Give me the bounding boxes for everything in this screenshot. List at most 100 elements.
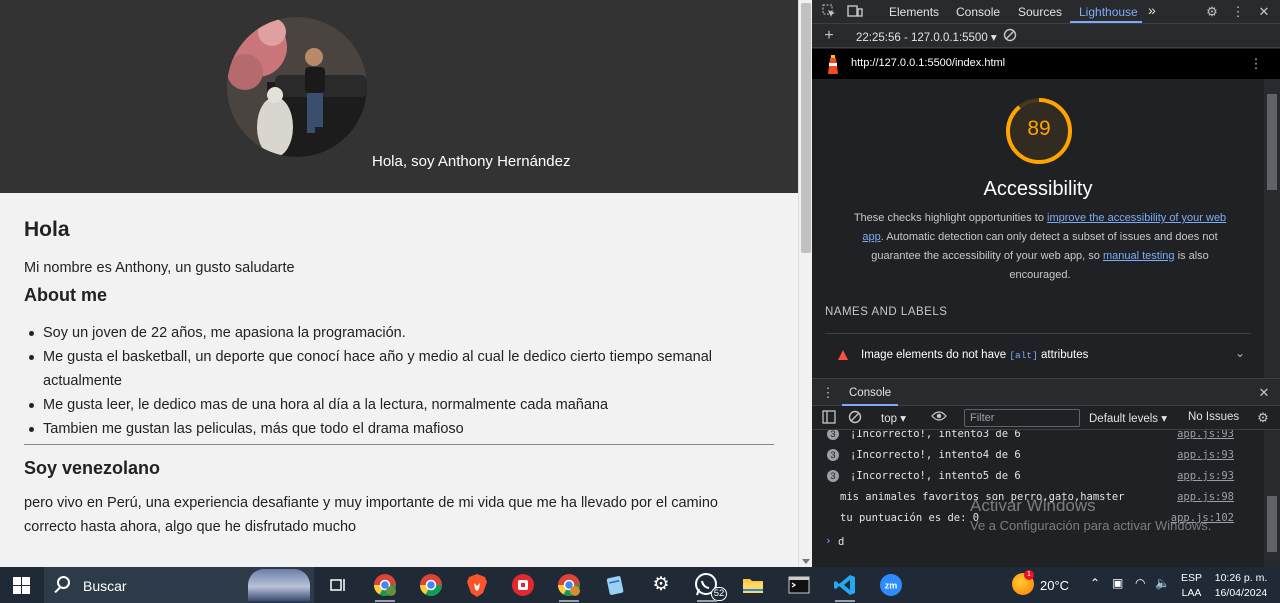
weather-icon[interactable]: 1 (1012, 570, 1034, 595)
temperature[interactable]: 20°C (1040, 578, 1069, 593)
close-devtools-icon[interactable]: ✕ (1256, 4, 1272, 20)
source-link[interactable]: app.js:93 (1177, 430, 1234, 440)
clear-console-icon[interactable] (847, 410, 863, 426)
about-heading: About me (24, 285, 107, 305)
report-menu-icon[interactable]: ⋮ (1248, 56, 1264, 72)
drawer-menu-icon[interactable]: ⋮ (820, 385, 836, 401)
meet-now-icon[interactable]: ▣ (1112, 576, 1123, 590)
report-session-select[interactable]: 22:25:56 - 127.0.0.1:5500 ▾ (856, 30, 997, 44)
console-scrollbar-thumb[interactable] (1267, 496, 1277, 552)
source-link[interactable]: app.js:102 (1171, 512, 1234, 524)
console-filter-input[interactable] (964, 409, 1080, 427)
tab-console[interactable]: Console (956, 5, 1000, 19)
eye-icon[interactable] (931, 410, 947, 426)
more-tabs-icon[interactable]: » (1148, 2, 1156, 18)
repeat-count-badge: 3 (827, 430, 839, 440)
whatsapp-icon[interactable]: 52 (693, 571, 727, 602)
repeat-count-badge: 3 (827, 470, 839, 482)
horizontal-rule (24, 444, 774, 445)
brave-browser-icon[interactable] (463, 571, 491, 599)
report-url[interactable]: http://127.0.0.1:5500/index.html (851, 57, 1005, 69)
clear-reports-icon[interactable] (1002, 28, 1018, 44)
console-scrollbar[interactable] (1264, 430, 1280, 567)
clock-time: 10:26 p. m. (1214, 572, 1268, 584)
console-message-text: tu puntuación es de: 0 (840, 512, 980, 524)
device-toolbar-icon[interactable] (847, 4, 863, 20)
page-scrollbar-thumb[interactable] (801, 3, 811, 253)
console-message-text: ¡Incorrecto!, intento5 de 6 (850, 470, 1021, 482)
context-select[interactable]: top ▾ (881, 411, 906, 425)
console-toolbar: top ▾ Default levels ▾ No Issues ⚙ (812, 406, 1280, 430)
settings-gear-app-icon[interactable]: ⚙ (647, 571, 675, 599)
accessibility-score: 89 (1027, 117, 1051, 140)
tab-lighthouse[interactable]: Lighthouse (1079, 5, 1138, 19)
repeat-count-badge: 3 (827, 449, 839, 461)
webpage-viewport: Hola, soy Anthony Hernández Hola Mi nomb… (0, 0, 798, 567)
audit-title-text: Image elements do not have (861, 349, 1010, 361)
context-value: top (881, 413, 897, 425)
settings-gear-icon[interactable]: ⚙ (1204, 4, 1220, 20)
source-link[interactable]: app.js:98 (1177, 491, 1234, 503)
source-link[interactable]: app.js:93 (1177, 449, 1234, 461)
console-messages: 3 ¡Incorrecto!, intento3 de 6 app.js:93 … (812, 430, 1264, 567)
fail-triangle-icon (838, 350, 848, 360)
file-explorer-icon[interactable] (739, 571, 767, 599)
more-options-icon[interactable]: ⋮ (1230, 4, 1246, 20)
lighthouse-logo-icon (824, 55, 842, 75)
tab-sources[interactable]: Sources (1018, 5, 1062, 19)
input-language[interactable]: ESP LAA (1181, 571, 1202, 601)
taskbar-search[interactable]: Buscar (44, 567, 314, 603)
report-scrollbar-thumb[interactable] (1267, 94, 1277, 190)
console-message: 3 ¡Incorrecto!, intento4 de 6 app.js:93 (812, 445, 1264, 466)
log-levels-select[interactable]: Default levels ▾ (1089, 411, 1167, 425)
notepad-icon[interactable] (601, 571, 629, 599)
audit-title: Image elements do not have [alt] attribu… (861, 349, 1088, 361)
audit-image-alt[interactable]: Image elements do not have [alt] attribu… (825, 341, 1251, 371)
search-label: Buscar (83, 578, 127, 594)
hero-banner: Hola, soy Anthony Hernández (0, 0, 798, 193)
console-message: tu puntuación es de: 0 app.js:102 (812, 508, 1264, 529)
console-prompt[interactable]: › d (812, 533, 1264, 551)
vscode-icon[interactable] (831, 571, 859, 602)
terminal-icon[interactable] (785, 571, 813, 599)
music-app-icon[interactable] (509, 571, 537, 599)
tab-elements[interactable]: Elements (889, 5, 939, 19)
speaker-icon[interactable]: 🔈 (1155, 576, 1170, 590)
chevron-up-icon[interactable]: ⌃ (1090, 576, 1100, 590)
category-description: These checks highlight opportunities to … (850, 209, 1230, 285)
sidebar-toggle-icon[interactable] (821, 410, 837, 426)
windows-start-icon[interactable] (13, 577, 30, 594)
inspect-element-icon[interactable] (821, 4, 837, 20)
list-item: Tambien me gustan las peliculas, más que… (24, 417, 764, 441)
chrome-devtools-window-icon[interactable] (555, 571, 583, 602)
svg-text:zm: zm (885, 581, 898, 591)
lighthouse-session-bar: + 22:25:56 - 127.0.0.1:5500 ▾ (812, 24, 1280, 48)
chrome-icon[interactable] (417, 571, 445, 599)
issues-counter[interactable]: No Issues (1188, 411, 1239, 423)
close-drawer-icon[interactable]: ✕ (1256, 385, 1272, 401)
wifi-icon[interactable]: ◠ (1135, 576, 1145, 590)
console-message: mis animales favoritos son perro,gato,ha… (812, 487, 1264, 508)
console-input[interactable]: d (838, 536, 844, 548)
devtools-panel: Elements Console Sources Lighthouse » ⚙ … (812, 0, 1280, 567)
clock-date: 16/04/2024 (1214, 587, 1268, 599)
manual-testing-link[interactable]: manual testing (1103, 250, 1175, 262)
chrome-profile-icon[interactable] (371, 571, 399, 602)
scroll-down-arrow-icon[interactable] (802, 559, 810, 564)
task-view-icon[interactable] (324, 571, 352, 599)
lighthouse-report: 89 Accessibility These checks highlight … (812, 79, 1264, 378)
venezuela-text: pero vivo en Perú, una experiencia desaf… (24, 495, 718, 535)
console-settings-gear-icon[interactable]: ⚙ (1255, 410, 1271, 426)
new-report-plus-icon[interactable]: + (821, 28, 837, 44)
windows-taskbar: Buscar ⚙ 52 zm 1 20°C ⌃ ▣ ◠ 🔈 ESP LAA 10… (0, 567, 1280, 603)
search-highlight-image (248, 569, 310, 601)
group-divider (825, 333, 1251, 334)
page-scrollbar[interactable] (798, 0, 812, 567)
source-link[interactable]: app.js:93 (1177, 470, 1234, 482)
chevron-down-icon[interactable]: ⌄ (1235, 346, 1245, 360)
drawer-tab-console[interactable]: Console (849, 387, 891, 399)
system-clock[interactable]: 10:26 p. m. 16/04/2024 (1212, 571, 1270, 601)
whatsapp-badge: 52 (711, 587, 727, 601)
report-scrollbar[interactable] (1264, 79, 1280, 378)
zoom-icon[interactable]: zm (877, 571, 905, 599)
